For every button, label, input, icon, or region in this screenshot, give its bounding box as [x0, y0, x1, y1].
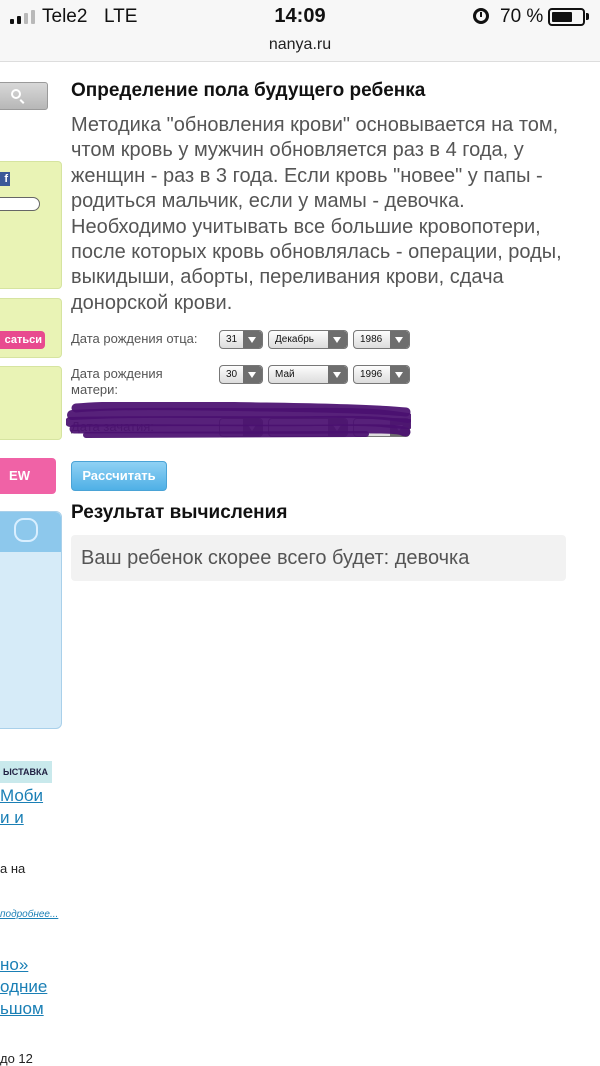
chevron-down-icon	[328, 331, 347, 348]
sidebar-input[interactable]	[0, 197, 40, 211]
main-content: Определение пола будущего ребенка Методи…	[71, 78, 571, 316]
alarm-icon	[473, 8, 489, 24]
url-bar[interactable]: nanya.ru	[0, 34, 600, 62]
father-month-value: Декабрь	[275, 334, 314, 345]
chevron-down-icon	[390, 366, 409, 383]
sidebar-link-1a[interactable]: Моби	[0, 785, 43, 807]
url-text: nanya.ru	[268, 36, 332, 53]
redaction-scribble	[66, 402, 411, 438]
chevron-down-icon	[390, 331, 409, 348]
flower-icon	[14, 518, 38, 542]
mother-year-select[interactable]: 1996	[353, 365, 410, 384]
sidebar-blue-box	[0, 511, 62, 729]
sidebar-link-2c[interactable]: ьшом	[0, 998, 44, 1020]
mother-month-select[interactable]: Май	[268, 365, 348, 384]
sidebar-register-button[interactable]: сатьси	[0, 331, 45, 349]
battery-percent: 70 %	[500, 6, 544, 27]
father-year-value: 1986	[360, 334, 383, 345]
chevron-down-icon	[243, 331, 262, 348]
mother-day-value: 30	[226, 369, 238, 380]
sidebar-link-1b[interactable]: и и	[0, 807, 24, 829]
sidebar-text-1: а на	[0, 861, 26, 876]
father-day-value: 31	[226, 334, 238, 345]
father-year-select[interactable]: 1986	[353, 330, 410, 349]
chevron-down-icon	[243, 366, 262, 383]
chevron-down-icon	[328, 366, 347, 383]
sidebar-link-2b[interactable]: одние	[0, 976, 47, 998]
method-description: Методика "обновления крови" основывается…	[71, 114, 562, 314]
sidebar-vystavka-label: ЫСТАВКА	[0, 761, 52, 783]
facebook-icon[interactable]: f	[0, 172, 10, 186]
calculate-button[interactable]: Рассчитать	[71, 461, 167, 491]
battery-tip	[586, 13, 589, 20]
search-icon	[11, 89, 21, 99]
result-box: Ваш ребенок скорее всего будет: девочка	[71, 535, 566, 581]
mother-year-value: 1996	[360, 369, 383, 380]
mother-birthdate-label: Дата рождения матери:	[71, 366, 163, 397]
sidebar-new-button[interactable]: EW	[0, 458, 56, 494]
sidebar-panel	[0, 298, 62, 358]
battery-icon	[548, 8, 585, 26]
sidebar-panel-2	[0, 366, 62, 440]
mother-day-select[interactable]: 30	[219, 365, 263, 384]
mother-month-value: Май	[275, 369, 295, 380]
status-bar: Tele2 LTE 14:09 70 %	[0, 0, 600, 34]
sidebar-more-link[interactable]: подробнее...	[0, 909, 58, 920]
page-title: Определение пола будущего ребенка	[71, 80, 426, 101]
father-birthdate-label: Дата рождения отца:	[71, 331, 198, 346]
result-heading: Результат вычисления	[71, 502, 288, 523]
sidebar-search-button[interactable]	[0, 82, 48, 110]
sidebar-text-2: до 12	[0, 1051, 33, 1066]
sidebar-link-2a[interactable]: но»	[0, 954, 28, 976]
father-day-select[interactable]: 31	[219, 330, 263, 349]
father-month-select[interactable]: Декабрь	[268, 330, 348, 349]
